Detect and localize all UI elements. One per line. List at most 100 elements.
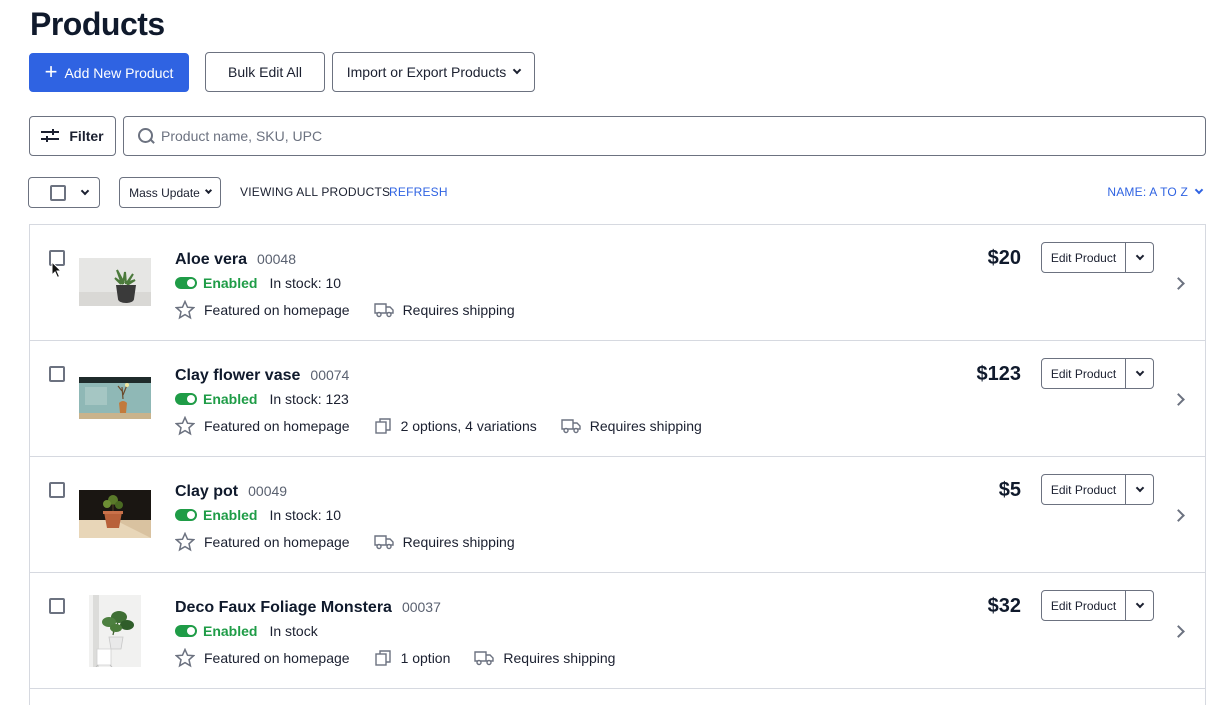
stock-label: In stock: 123 [269, 391, 349, 407]
product-thumbnail [79, 490, 151, 538]
featured-label: Featured on homepage [204, 650, 350, 666]
row-checkbox[interactable] [49, 598, 65, 614]
product-row[interactable]: Clay pot 00049 Enabled In stock: 10 Featu… [30, 457, 1205, 573]
product-status: Enabled In stock: 10 [175, 507, 341, 523]
featured-item: Featured on homepage [175, 532, 350, 552]
chevron-right-icon[interactable] [1172, 509, 1185, 522]
enabled-toggle[interactable] [175, 509, 197, 521]
viewing-label: VIEWING ALL PRODUCTS [240, 185, 391, 199]
product-thumbnail [89, 595, 141, 667]
product-row[interactable]: Clay flower vase 00074 Enabled In stock: … [30, 341, 1205, 457]
import-export-products-button[interactable]: Import or Export Products [332, 52, 535, 92]
product-sku: 00048 [257, 251, 296, 267]
product-meta: Featured on homepage 1 option Requires s… [175, 648, 639, 668]
edit-product-button[interactable]: Edit Product [1042, 359, 1126, 388]
filter-button[interactable]: Filter [29, 116, 116, 156]
enabled-toggle[interactable] [175, 393, 197, 405]
row-checkbox[interactable] [49, 366, 65, 382]
edit-product-group: Edit Product [1041, 242, 1154, 273]
sort-dropdown[interactable]: NAME: A TO Z [1107, 185, 1204, 199]
status-label: Enabled [203, 623, 258, 639]
row-checkbox[interactable] [49, 482, 65, 498]
product-meta: Featured on homepage Requires shipping [175, 532, 539, 552]
shipping-label: Requires shipping [402, 302, 515, 318]
product-name[interactable]: Deco Faux Foliage Monstera 00037 [175, 599, 441, 617]
star-icon [175, 648, 195, 668]
enabled-toggle[interactable] [175, 625, 197, 637]
mass-update-button[interactable]: Mass Update [119, 177, 221, 208]
product-name[interactable]: Aloe vera 00048 [175, 251, 296, 269]
shipping-item: Requires shipping [474, 650, 615, 666]
shipping-label: Requires shipping [589, 418, 702, 434]
edit-dropdown-button[interactable] [1126, 359, 1153, 388]
featured-label: Featured on homepage [204, 418, 350, 434]
bulk-edit-all-label: Bulk Edit All [228, 64, 302, 80]
product-sku: 00037 [401, 599, 441, 615]
edit-product-button[interactable]: Edit Product [1042, 475, 1126, 504]
stock-label: In stock [269, 623, 318, 639]
select-all-checkbox[interactable] [50, 184, 66, 201]
edit-product-group: Edit Product [1041, 474, 1154, 505]
star-icon [175, 300, 195, 320]
copy-icon [374, 650, 391, 666]
options-item: 1 option [374, 649, 451, 667]
shipping-item: Requires shipping [373, 534, 515, 550]
product-price: $32 [987, 595, 1021, 617]
product-price: $20 [987, 247, 1021, 269]
product-status: Enabled In stock: 123 [175, 391, 349, 407]
select-all-dropdown[interactable] [28, 177, 100, 208]
featured-item: Featured on homepage [175, 300, 350, 320]
product-status: Enabled In stock: 10 [175, 275, 341, 291]
product-row[interactable]: Aloe vera 00048 Enabled In stock: 10 Feat… [30, 225, 1205, 341]
filter-label: Filter [69, 128, 104, 144]
copy-icon [374, 418, 391, 434]
edit-product-group: Edit Product [1041, 358, 1154, 389]
product-status: Enabled In stock [175, 623, 318, 639]
mouse-cursor-icon [51, 261, 63, 279]
stock-label: In stock: 10 [269, 507, 342, 523]
edit-product-button[interactable]: Edit Product [1042, 243, 1126, 272]
chevron-right-icon[interactable] [1172, 393, 1185, 406]
edit-dropdown-button[interactable] [1126, 591, 1153, 620]
chevron-right-icon[interactable] [1172, 277, 1185, 290]
chevron-down-icon [1135, 483, 1144, 493]
search-input[interactable] [161, 121, 1205, 151]
page-title: Products [30, 6, 165, 42]
chevron-down-icon [1135, 367, 1144, 377]
featured-item: Featured on homepage [175, 416, 350, 436]
product-name-text: Clay flower vase [175, 367, 301, 384]
enabled-toggle[interactable] [175, 277, 197, 289]
product-name[interactable]: Clay flower vase 00074 [175, 367, 349, 385]
status-label: Enabled [203, 391, 258, 407]
refresh-link[interactable]: REFRESH [389, 185, 448, 199]
truck-icon [373, 535, 394, 550]
edit-product-button[interactable]: Edit Product [1042, 591, 1126, 620]
product-meta: Featured on homepage Requires shipping [175, 300, 539, 320]
plus-icon: + [44, 58, 58, 84]
product-sku: 00049 [248, 483, 288, 499]
product-row[interactable]: Deco Faux Foliage Monstera 00037 Enabled … [30, 573, 1205, 689]
status-label: Enabled [203, 275, 258, 291]
product-name-text: Deco Faux Foliage Monstera [175, 599, 392, 616]
edit-dropdown-button[interactable] [1126, 243, 1153, 272]
product-list: Aloe vera 00048 Enabled In stock: 10 Feat… [29, 224, 1206, 705]
star-icon [175, 532, 195, 552]
options-label: 2 options, 4 variations [400, 418, 537, 434]
shipping-item: Requires shipping [561, 418, 702, 434]
chevron-down-icon [1135, 599, 1144, 609]
mass-update-label: Mass Update [129, 185, 200, 200]
add-new-product-button[interactable]: + Add New Product [29, 53, 189, 92]
bulk-edit-all-button[interactable]: Bulk Edit All [205, 52, 325, 92]
edit-dropdown-button[interactable] [1126, 475, 1153, 504]
search-icon [137, 127, 155, 145]
search-box [123, 116, 1206, 156]
import-export-label: Import or Export Products [346, 64, 507, 80]
shipping-label: Requires shipping [503, 650, 616, 666]
status-label: Enabled [203, 507, 258, 523]
chevron-down-icon [1135, 251, 1144, 261]
featured-label: Featured on homepage [204, 302, 350, 318]
options-label: 1 option [400, 650, 451, 666]
chevron-right-icon[interactable] [1172, 625, 1185, 638]
product-name[interactable]: Clay pot 00049 [175, 483, 287, 501]
chevron-down-icon [513, 65, 522, 75]
